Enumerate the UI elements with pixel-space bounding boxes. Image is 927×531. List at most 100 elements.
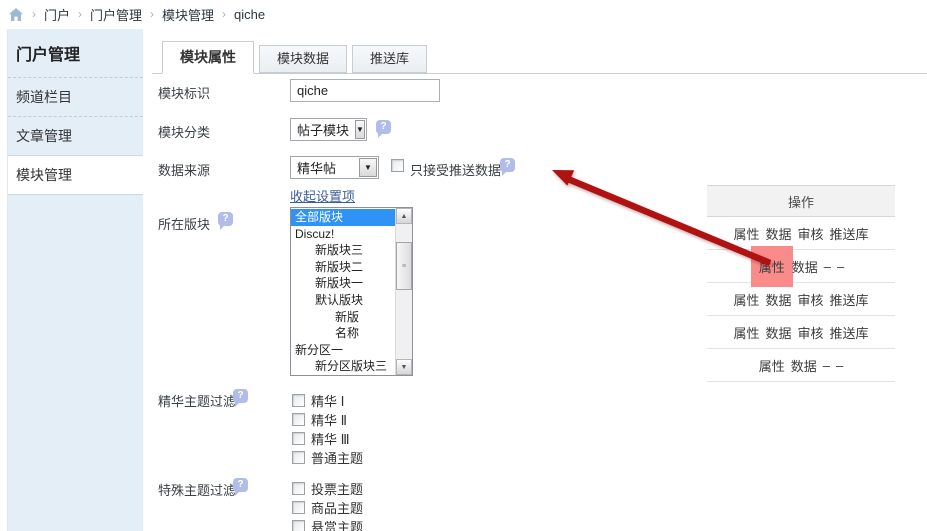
data-source-select[interactable]: 精华帖 ▼ bbox=[290, 156, 379, 179]
ops-action[interactable]: 数据 bbox=[792, 257, 818, 276]
ops-table-row: 属性数据审核推送库 bbox=[707, 217, 895, 250]
digest-filter-checkbox[interactable] bbox=[292, 451, 305, 464]
listbox-option[interactable]: 新版块三 bbox=[291, 242, 395, 259]
ops-action[interactable]: 属性 bbox=[733, 323, 759, 342]
home-icon[interactable] bbox=[8, 7, 24, 22]
digest-filter-checkbox-label: 精华 Ⅰ bbox=[311, 391, 344, 410]
page: ›门户›门户管理›模块管理›qiche 门户管理 频道栏目文章管理模块管理 模块… bbox=[0, 0, 927, 531]
special-filter-option: 商品主题 bbox=[292, 498, 363, 517]
ops-table-row: 属性数据审核推送库 bbox=[707, 316, 895, 349]
ops-action[interactable]: 数据 bbox=[791, 356, 817, 375]
digest-filter-checkbox-label: 普通主题 bbox=[311, 448, 363, 467]
listbox-scrollbar[interactable]: ▲ ≡ ▼ bbox=[395, 208, 412, 375]
ops-action[interactable]: 属性 bbox=[733, 290, 759, 309]
sidebar-item-module-management[interactable]: 模块管理 bbox=[8, 155, 143, 195]
ops-action[interactable]: – bbox=[823, 358, 830, 373]
help-icon-module-category[interactable]: ? bbox=[376, 120, 391, 134]
ops-table-header: 操作 bbox=[707, 185, 895, 217]
data-source-label: 数据来源 bbox=[158, 160, 210, 179]
digest-filter-option: 普通主题 bbox=[292, 448, 363, 467]
listbox-option[interactable]: Discuz! bbox=[291, 226, 395, 243]
digest-filter-checkbox[interactable] bbox=[292, 432, 305, 445]
special-filter-label: 特殊主题过滤 bbox=[158, 480, 236, 499]
special-filter-checkbox[interactable] bbox=[292, 520, 305, 531]
tab-push-library[interactable]: 推送库 bbox=[352, 45, 427, 73]
module-category-select[interactable]: 帖子模块 ▼ bbox=[290, 118, 367, 141]
digest-filter-checkbox-label: 精华 Ⅱ bbox=[311, 410, 347, 429]
push-data-checkbox-label: 只接受推送数据 bbox=[410, 160, 501, 179]
special-filter-checkbox-label: 投票主题 bbox=[311, 479, 363, 498]
chevron-down-icon[interactable]: ▼ bbox=[355, 120, 365, 139]
ops-action[interactable]: 数据 bbox=[765, 224, 791, 243]
listbox-option[interactable]: 新分区版块三 bbox=[291, 358, 395, 375]
breadcrumb-item[interactable]: 门户 bbox=[44, 5, 70, 24]
listbox-option[interactable]: 默认版块 bbox=[291, 292, 395, 309]
special-filter-checkbox-label: 悬赏主题 bbox=[311, 517, 363, 531]
help-icon-push-data[interactable]: ? bbox=[500, 158, 515, 172]
listbox-option[interactable]: 名称 bbox=[291, 325, 395, 342]
special-filter-checkbox-label: 商品主题 bbox=[311, 498, 363, 517]
tab-strip: 模块属性模块数据推送库 bbox=[152, 41, 927, 74]
ops-action[interactable]: 审核 bbox=[798, 323, 824, 342]
digest-filter-checkbox-label: 精华 Ⅲ bbox=[311, 429, 350, 448]
breadcrumb-item[interactable]: qiche bbox=[234, 7, 265, 22]
breadcrumb-item[interactable]: 模块管理 bbox=[162, 5, 214, 24]
module-category-label: 模块分类 bbox=[158, 122, 210, 141]
ops-action[interactable]: – bbox=[824, 259, 831, 274]
breadcrumb-separator: › bbox=[150, 7, 154, 21]
ops-action[interactable]: 数据 bbox=[765, 323, 791, 342]
scroll-up-button[interactable]: ▲ bbox=[396, 208, 412, 224]
help-icon-digest-filter[interactable]: ? bbox=[233, 389, 248, 403]
forum-select-label: 所在版块 bbox=[158, 214, 210, 233]
ops-action[interactable]: 审核 bbox=[798, 290, 824, 309]
listbox-option[interactable]: 全部版块 bbox=[291, 209, 395, 226]
listbox-option[interactable]: 新版块一 bbox=[291, 275, 395, 292]
ops-table-row: 属性数据–– bbox=[707, 349, 895, 382]
breadcrumb-separator: › bbox=[222, 7, 226, 21]
ops-table: 操作 属性数据审核推送库属性数据––属性数据审核推送库属性数据审核推送库属性数据… bbox=[707, 185, 895, 382]
sidebar-item-channel-columns[interactable]: 频道栏目 bbox=[8, 78, 143, 117]
special-filter-option: 投票主题 bbox=[292, 479, 363, 498]
scroll-down-button[interactable]: ▼ bbox=[396, 359, 412, 375]
listbox-option[interactable]: 新版块二 bbox=[291, 259, 395, 276]
module-category-value: 帖子模块 bbox=[291, 120, 355, 139]
digest-filter-checkbox[interactable] bbox=[292, 413, 305, 426]
ops-table-row: 属性数据审核推送库 bbox=[707, 283, 895, 316]
ops-action[interactable]: 推送库 bbox=[830, 290, 869, 309]
sidebar-item-article-management[interactable]: 文章管理 bbox=[8, 117, 143, 156]
listbox-option[interactable]: 新分区一 bbox=[291, 342, 395, 359]
sidebar: 门户管理 频道栏目文章管理模块管理 bbox=[7, 29, 143, 531]
ops-action[interactable]: – bbox=[837, 259, 844, 274]
breadcrumb-item[interactable]: 门户管理 bbox=[90, 5, 142, 24]
tab-module-attributes[interactable]: 模块属性 bbox=[162, 41, 254, 74]
breadcrumb-separator: › bbox=[32, 7, 36, 21]
ops-table-row: 属性数据–– bbox=[707, 250, 895, 283]
ops-action[interactable]: 审核 bbox=[798, 224, 824, 243]
push-data-checkbox[interactable] bbox=[391, 159, 404, 172]
ops-action[interactable]: 属性 bbox=[759, 356, 785, 375]
module-id-label: 模块标识 bbox=[158, 83, 210, 102]
chevron-down-icon[interactable]: ▼ bbox=[359, 158, 377, 177]
ops-action[interactable]: 推送库 bbox=[830, 323, 869, 342]
digest-filter-checkbox[interactable] bbox=[292, 394, 305, 407]
ops-action[interactable]: 数据 bbox=[765, 290, 791, 309]
tab-module-data[interactable]: 模块数据 bbox=[259, 45, 347, 73]
help-icon-special-filter[interactable]: ? bbox=[233, 478, 248, 492]
module-id-input[interactable] bbox=[290, 79, 440, 102]
help-icon-forum-select[interactable]: ? bbox=[218, 212, 233, 226]
ops-action-highlighted[interactable]: 属性 bbox=[751, 246, 793, 287]
digest-filter-option: 精华 Ⅱ bbox=[292, 410, 363, 429]
forum-listbox[interactable]: 全部版块Discuz!新版块三新版块二新版块一默认版块新版名称新分区一新分区版块… bbox=[290, 207, 413, 376]
ops-action[interactable]: 推送库 bbox=[830, 224, 869, 243]
data-source-value: 精华帖 bbox=[291, 158, 359, 177]
scroll-thumb[interactable]: ≡ bbox=[396, 242, 412, 290]
collapse-settings-link[interactable]: 收起设置项 bbox=[290, 186, 355, 205]
listbox-option[interactable]: 新版 bbox=[291, 309, 395, 326]
digest-filter-option: 精华 Ⅰ bbox=[292, 391, 363, 410]
ops-action[interactable]: 属性 bbox=[733, 224, 759, 243]
special-filter-option: 悬赏主题 bbox=[292, 517, 363, 531]
ops-action[interactable]: – bbox=[836, 358, 843, 373]
special-filter-checkbox[interactable] bbox=[292, 482, 305, 495]
special-filter-checkbox[interactable] bbox=[292, 501, 305, 514]
sidebar-header: 门户管理 bbox=[8, 29, 143, 78]
